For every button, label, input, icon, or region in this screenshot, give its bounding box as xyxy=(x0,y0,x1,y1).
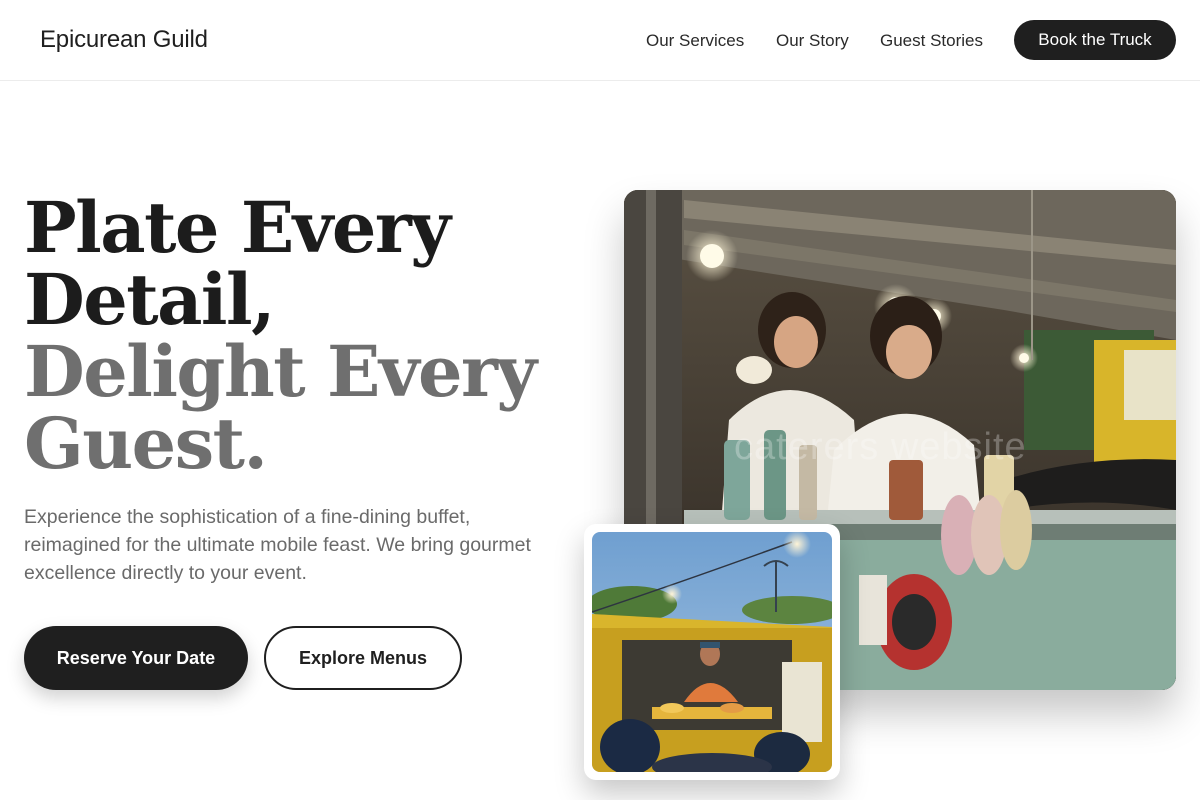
headline-line-3: Delight Every xyxy=(24,330,537,413)
hero-headline: Plate Every Detail, Delight Every Guest. xyxy=(24,192,584,480)
headline-line-4: Guest. xyxy=(24,402,268,485)
image-watermark: caterers website xyxy=(734,426,1027,468)
headline-line-1: Plate Every xyxy=(24,186,451,269)
nav-link-story[interactable]: Our Story xyxy=(776,31,849,51)
headline-line-2: Detail, xyxy=(24,258,275,341)
nav-link-guest-stories[interactable]: Guest Stories xyxy=(880,31,983,51)
hero-inset-photo-frame xyxy=(584,524,840,780)
site-header: Epicurean Guild Our Services Our Story G… xyxy=(0,0,1200,81)
hero-subtext: Experience the sophistication of a fine-… xyxy=(24,506,531,584)
brand-logo[interactable]: Epicurean Guild xyxy=(40,26,208,54)
explore-menus-button[interactable]: Explore Menus xyxy=(264,626,462,690)
book-truck-button[interactable]: Book the Truck xyxy=(1014,20,1176,60)
food-truck-dusk-image xyxy=(592,532,832,772)
hero-inset-photo xyxy=(592,532,832,772)
reserve-date-button[interactable]: Reserve Your Date xyxy=(24,626,248,690)
nav-link-services[interactable]: Our Services xyxy=(646,31,744,51)
